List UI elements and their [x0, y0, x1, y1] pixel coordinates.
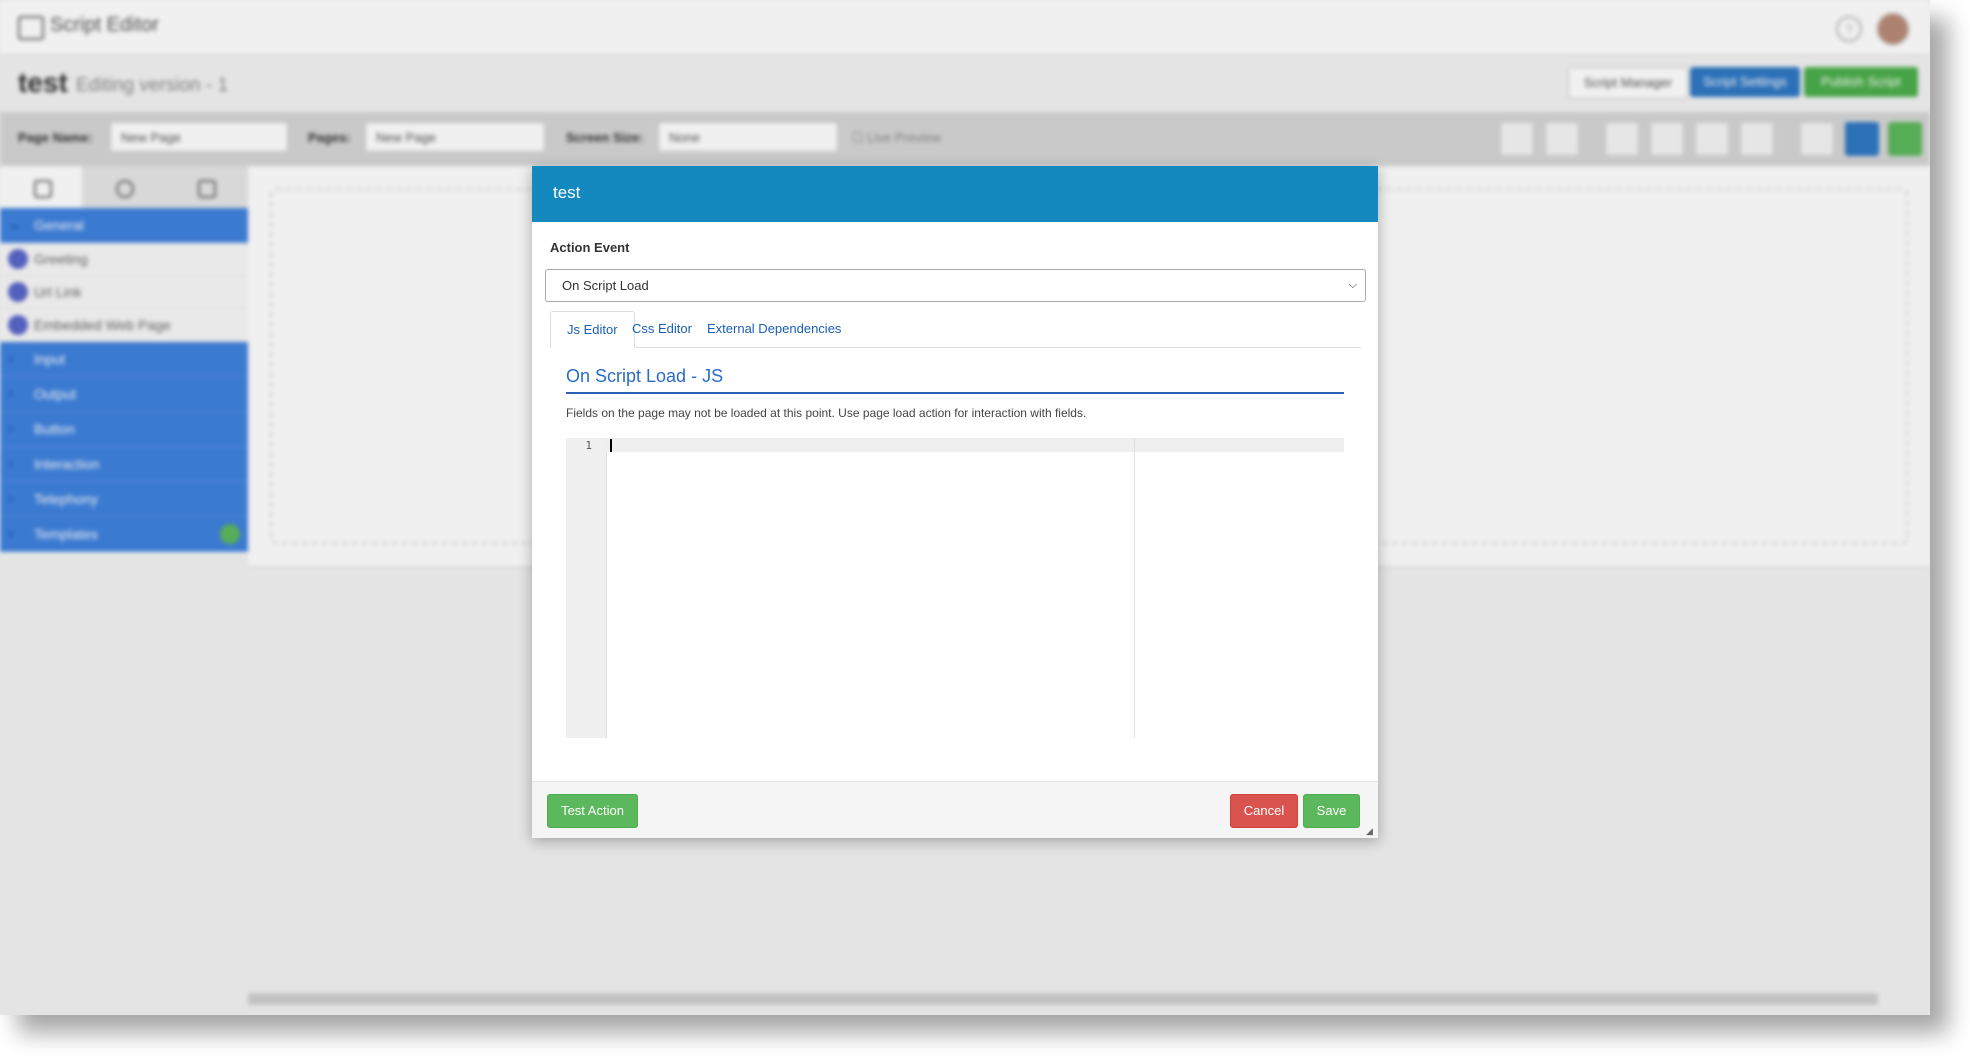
action-event-label: Action Event [550, 240, 630, 255]
dialog-title: test [553, 183, 581, 202]
action-event-dialog: test Action Event On Script Load ⌵ Js Ed… [532, 166, 1378, 838]
active-line [606, 438, 1344, 452]
app-window: Script Editor ? test Editing version - 1… [0, 0, 1930, 1015]
print-margin [1134, 438, 1135, 738]
line-number: 1 [585, 439, 592, 452]
dialog-header: test [532, 166, 1378, 222]
tab-external-dependencies[interactable]: External Dependencies [691, 311, 857, 347]
editor-tabs: Js Editor Css Editor External Dependenci… [550, 311, 1361, 348]
dialog-footer: Test Action Cancel Save ◢ [532, 781, 1378, 838]
js-code-editor[interactable]: 1 [566, 438, 1344, 738]
action-event-value: On Script Load [562, 278, 649, 293]
chevron-down-icon: ⌵ [1348, 279, 1357, 291]
text-cursor [610, 439, 612, 452]
line-number-gutter: 1 [566, 438, 607, 738]
section-note: Fields on the page may not be loaded at … [566, 406, 1087, 420]
test-action-button[interactable]: Test Action [547, 794, 638, 828]
save-button[interactable]: Save [1303, 794, 1360, 828]
resize-handle-icon[interactable]: ◢ [1366, 826, 1376, 836]
section-title: On Script Load - JS [566, 366, 1344, 394]
cancel-button[interactable]: Cancel [1230, 794, 1298, 828]
action-event-select[interactable]: On Script Load ⌵ [545, 269, 1366, 302]
